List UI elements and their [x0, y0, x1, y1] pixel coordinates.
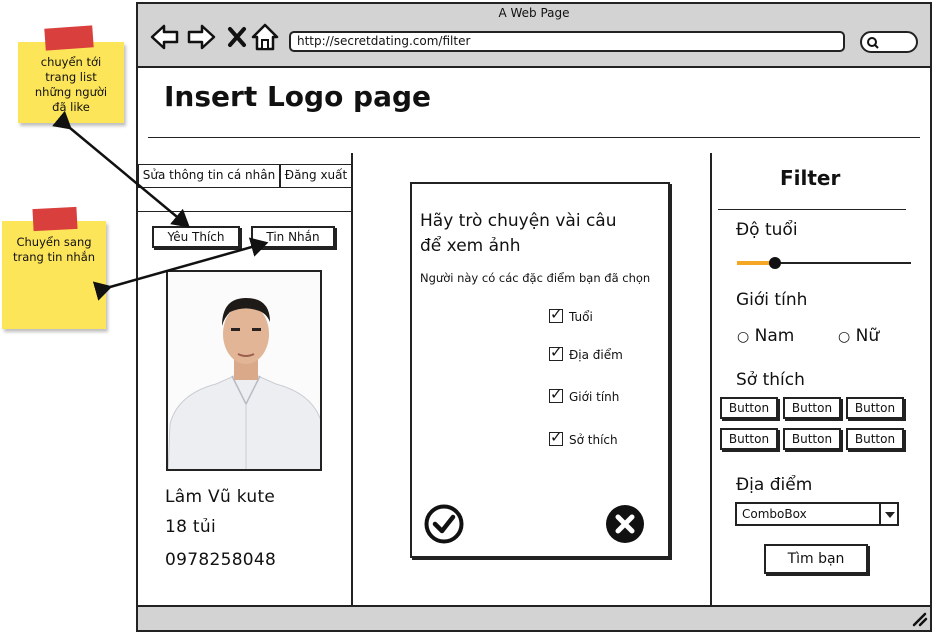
note-line: đã like — [52, 100, 90, 114]
hobby-button-4[interactable]: Button — [720, 428, 778, 450]
card-subtitle: Người này có các đặc điểm bạn đã chọn — [420, 271, 651, 285]
age-label: Độ tuổi — [736, 220, 798, 240]
checkbox-icon[interactable] — [549, 385, 563, 403]
note-line: những người — [34, 85, 108, 99]
hobby-label: Sở thích — [736, 370, 805, 390]
slider-thumb[interactable] — [769, 257, 781, 269]
edit-profile-button[interactable]: Sửa thông tin cá nhân — [138, 164, 280, 188]
hobby-button-5[interactable]: Button — [783, 428, 841, 450]
search-icon — [867, 37, 879, 49]
accept-check-icon[interactable] — [424, 504, 464, 544]
criteria-checkbox-hobby[interactable]: Sở thích — [549, 428, 618, 447]
criteria-checkbox-gender[interactable]: Giới tính — [549, 385, 620, 404]
gender-label: Giới tính — [736, 290, 808, 310]
criteria-checkbox-age[interactable]: Tuổi — [549, 305, 593, 324]
browser-search-field[interactable] — [860, 31, 918, 53]
filter-divider — [718, 209, 906, 210]
location-label: Địa điểm — [736, 475, 813, 495]
criteria-label: Giới tính — [569, 390, 620, 404]
profile-phone: 0978258048 — [165, 550, 277, 570]
left-column-divider — [351, 153, 353, 605]
note-line: chuyển tới — [40, 55, 102, 69]
gender-option-female[interactable]: ○ Nữ — [838, 326, 879, 346]
resize-grip-icon[interactable] — [910, 611, 928, 627]
right-column-divider — [710, 153, 712, 605]
forward-icon[interactable] — [186, 22, 216, 52]
logo-text: Insert Logo page — [164, 80, 432, 113]
criteria-label: Địa điểm — [569, 348, 623, 362]
address-bar[interactable]: http://secretdating.com/filter — [289, 31, 845, 52]
window-title: A Web Page — [498, 6, 570, 20]
filter-title: Filter — [780, 166, 841, 190]
card-prompt-line-2: để xem ảnh — [420, 236, 521, 256]
note-line: trang tin nhắn — [12, 250, 96, 264]
tape-decoration — [44, 25, 94, 51]
hobby-button-1[interactable]: Button — [720, 397, 778, 419]
checkbox-icon[interactable] — [549, 428, 563, 446]
header-divider — [148, 137, 920, 138]
sticky-note-messages: Chuyển sang trang tin nhắn — [2, 221, 106, 329]
radio-icon[interactable]: ○ — [838, 329, 850, 345]
card-prompt: Hãy trò chuyện vài câu để xem ảnh — [420, 209, 617, 259]
status-bar — [138, 605, 930, 630]
criteria-checkbox-location[interactable]: Địa điểm — [549, 343, 623, 362]
favorites-button[interactable]: Yêu Thích — [152, 226, 240, 248]
hobby-button-2[interactable]: Button — [783, 397, 841, 419]
checkbox-icon[interactable] — [549, 305, 563, 323]
profile-age: 18 tủi — [165, 517, 216, 537]
home-icon[interactable] — [251, 22, 282, 52]
left-divider — [138, 211, 352, 212]
radio-icon[interactable]: ○ — [737, 329, 749, 345]
combobox-value: ComboBox — [742, 507, 807, 521]
reject-x-icon[interactable] — [605, 504, 645, 544]
messages-button[interactable]: Tin Nhắn — [251, 226, 335, 248]
checkbox-icon[interactable] — [549, 343, 563, 361]
note-line: trang list — [45, 70, 97, 84]
sticky-note-favorites: chuyển tới trang list những người đã lik… — [18, 42, 124, 123]
criteria-label: Tuổi — [569, 310, 593, 324]
find-match-button[interactable]: Tìm bạn — [764, 544, 868, 574]
criteria-label: Sở thích — [569, 433, 618, 447]
age-slider[interactable] — [737, 255, 911, 271]
profile-photo — [166, 270, 322, 471]
hobby-button-6[interactable]: Button — [846, 428, 904, 450]
logout-button[interactable]: Đăng xuất — [280, 164, 352, 188]
hobby-button-3[interactable]: Button — [846, 397, 904, 419]
back-icon[interactable] — [150, 22, 180, 52]
gender-option-male[interactable]: ○ Nam — [737, 326, 794, 346]
location-combobox[interactable]: ComboBox — [735, 502, 899, 526]
note-line: Chuyển sang — [16, 235, 92, 249]
tape-decoration — [32, 206, 78, 232]
close-icon[interactable] — [224, 22, 254, 52]
gender-option-label: Nam — [754, 326, 795, 346]
gender-option-label: Nữ — [855, 326, 880, 346]
chevron-down-icon[interactable] — [879, 504, 897, 524]
profile-name: Lâm Vũ kute — [165, 487, 276, 507]
card-prompt-line-1: Hãy trò chuyện vài câu — [420, 211, 617, 231]
